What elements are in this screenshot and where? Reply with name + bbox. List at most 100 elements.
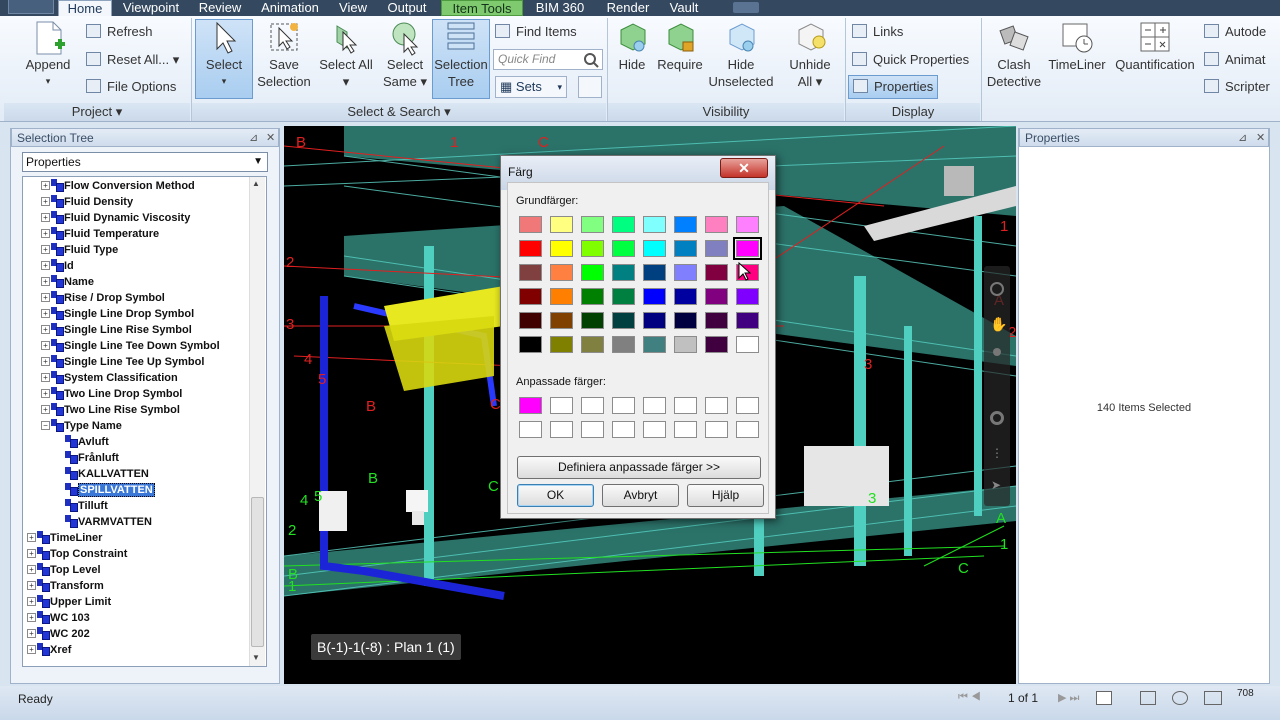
custom-color-swatch[interactable] (674, 421, 697, 438)
basic-color-swatch[interactable] (581, 336, 604, 353)
animator-button[interactable]: Animat (1204, 50, 1265, 70)
basic-color-swatch[interactable] (674, 336, 697, 353)
tree-row[interactable]: VARMVATTEN (55, 514, 152, 530)
select-cursor-icon[interactable]: ➤ (991, 478, 1001, 492)
tab-item-tools[interactable]: Item Tools (441, 0, 523, 16)
basic-color-swatch[interactable] (674, 312, 697, 329)
basic-color-swatch[interactable] (519, 336, 542, 353)
tree-row[interactable]: KALLVATTEN (55, 466, 149, 482)
basic-color-swatch[interactable] (705, 288, 728, 305)
sheet-browser-icon[interactable] (1096, 691, 1112, 705)
autodesk-rendering-button[interactable]: Autode (1204, 22, 1266, 42)
quick-find-search-icon[interactable] (583, 52, 599, 68)
find-items-button[interactable]: Find Items (495, 22, 577, 42)
selection-tree-button[interactable]: Selection Tree (432, 19, 490, 99)
expand-icon[interactable]: + (27, 629, 36, 638)
project-group-label[interactable]: Project ▾ (4, 103, 190, 121)
tree-row[interactable]: + Single Line Drop Symbol (41, 306, 194, 322)
basic-color-swatch[interactable] (550, 312, 573, 329)
expand-icon[interactable]: + (41, 357, 50, 366)
application-button[interactable] (8, 0, 54, 14)
expand-icon[interactable]: + (27, 581, 36, 590)
select-same-button[interactable]: Select Same ▾ (378, 20, 432, 98)
clash-detective-button[interactable]: Clash Detective (984, 20, 1044, 98)
pan-hand-icon[interactable]: ✋ (990, 316, 1007, 333)
basic-color-swatch[interactable] (736, 336, 759, 353)
expand-icon[interactable]: + (41, 325, 50, 334)
basic-color-swatch[interactable] (519, 312, 542, 329)
tab-vault[interactable]: Vault (662, 0, 706, 16)
expand-icon[interactable]: + (41, 261, 50, 270)
basic-color-swatch[interactable] (519, 288, 542, 305)
basic-color-swatch[interactable] (550, 216, 573, 233)
refresh-button[interactable]: Refresh (86, 22, 153, 42)
basic-color-swatch[interactable] (550, 336, 573, 353)
select-all-button[interactable]: Select All ▾ (316, 20, 376, 98)
basic-color-swatch[interactable] (550, 288, 573, 305)
basic-color-swatch[interactable] (705, 216, 728, 233)
tree-row[interactable]: + Single Line Rise Symbol (41, 322, 192, 338)
basic-color-swatch[interactable] (519, 264, 542, 281)
tree-row[interactable]: + Transform (27, 578, 104, 594)
orbit-icon[interactable] (990, 411, 1004, 425)
expand-icon[interactable]: + (27, 597, 36, 606)
basic-color-swatch[interactable] (674, 240, 697, 257)
walk-icon[interactable]: ⋮ (991, 446, 1003, 460)
ok-button[interactable]: OK (517, 484, 594, 507)
expand-icon[interactable]: + (27, 645, 36, 654)
basic-color-swatch[interactable] (733, 237, 762, 260)
tree-row[interactable]: + Name (41, 274, 94, 290)
basic-color-swatch[interactable] (643, 216, 666, 233)
basic-color-swatch[interactable] (736, 288, 759, 305)
expand-icon[interactable]: + (41, 213, 50, 222)
custom-color-swatch[interactable] (736, 397, 759, 414)
next-page-icon[interactable]: ▶ ⏭ (1058, 691, 1098, 705)
tree-row[interactable]: + System Classification (41, 370, 178, 386)
close-icon[interactable]: ✕ (1256, 129, 1265, 148)
basic-color-swatch[interactable] (581, 240, 604, 257)
expand-icon[interactable]: + (27, 565, 36, 574)
tree-row[interactable]: + Top Constraint (27, 546, 127, 562)
cancel-button[interactable]: Avbryt (602, 484, 679, 507)
hide-unselected-button[interactable]: Hide Unselected (706, 20, 776, 98)
tree-row[interactable]: + TimeLiner (27, 530, 102, 546)
tree-row[interactable]: Avluft (55, 434, 109, 450)
basic-color-swatch[interactable] (612, 312, 635, 329)
basic-color-swatch[interactable] (612, 288, 635, 305)
tree-row[interactable]: Tilluft (55, 498, 108, 514)
tree-row[interactable]: + Fluid Dynamic Viscosity (41, 210, 190, 226)
close-icon[interactable]: ✕ (266, 129, 275, 148)
custom-color-swatch[interactable] (674, 397, 697, 414)
links-button[interactable]: Links (852, 22, 903, 42)
tree-row[interactable]: + Upper Limit (27, 594, 111, 610)
basic-color-swatch[interactable] (705, 336, 728, 353)
basic-color-swatch[interactable] (705, 312, 728, 329)
expand-icon[interactable]: + (27, 549, 36, 558)
pin-icon[interactable]: ⊿ (249, 129, 258, 148)
basic-color-swatch[interactable] (581, 288, 604, 305)
basic-color-swatch[interactable] (674, 216, 697, 233)
append-button[interactable]: Append ▾ (18, 20, 78, 98)
expand-icon[interactable]: + (27, 533, 36, 542)
basic-color-swatch[interactable] (643, 240, 666, 257)
tab-home[interactable]: Home (58, 0, 112, 16)
tree-row[interactable]: + Single Line Tee Up Symbol (41, 354, 204, 370)
scroll-down-icon[interactable]: ▼ (252, 653, 260, 662)
scrollbar-thumb[interactable] (251, 497, 264, 647)
quantification-button[interactable]: Quantification (1110, 20, 1200, 98)
collapse-icon[interactable]: − (41, 421, 50, 430)
custom-color-swatch[interactable] (643, 397, 666, 414)
tree-row[interactable]: + Fluid Temperature (41, 226, 159, 242)
basic-color-swatch[interactable] (581, 264, 604, 281)
tree-row[interactable]: + Single Line Tee Down Symbol (41, 338, 220, 354)
basic-color-swatch[interactable] (612, 336, 635, 353)
help-button[interactable]: Hjälp (687, 484, 764, 507)
scroll-up-icon[interactable]: ▲ (252, 179, 260, 188)
custom-color-swatch[interactable] (519, 397, 542, 414)
reset-all-button[interactable]: Reset All... ▾ (86, 50, 179, 70)
tree-scrollbar[interactable]: ▲ ▼ (249, 177, 265, 666)
expand-icon[interactable]: + (41, 181, 50, 190)
basic-color-swatch[interactable] (705, 240, 728, 257)
basic-color-swatch[interactable] (519, 216, 542, 233)
window-minimize-icon[interactable] (733, 2, 759, 13)
